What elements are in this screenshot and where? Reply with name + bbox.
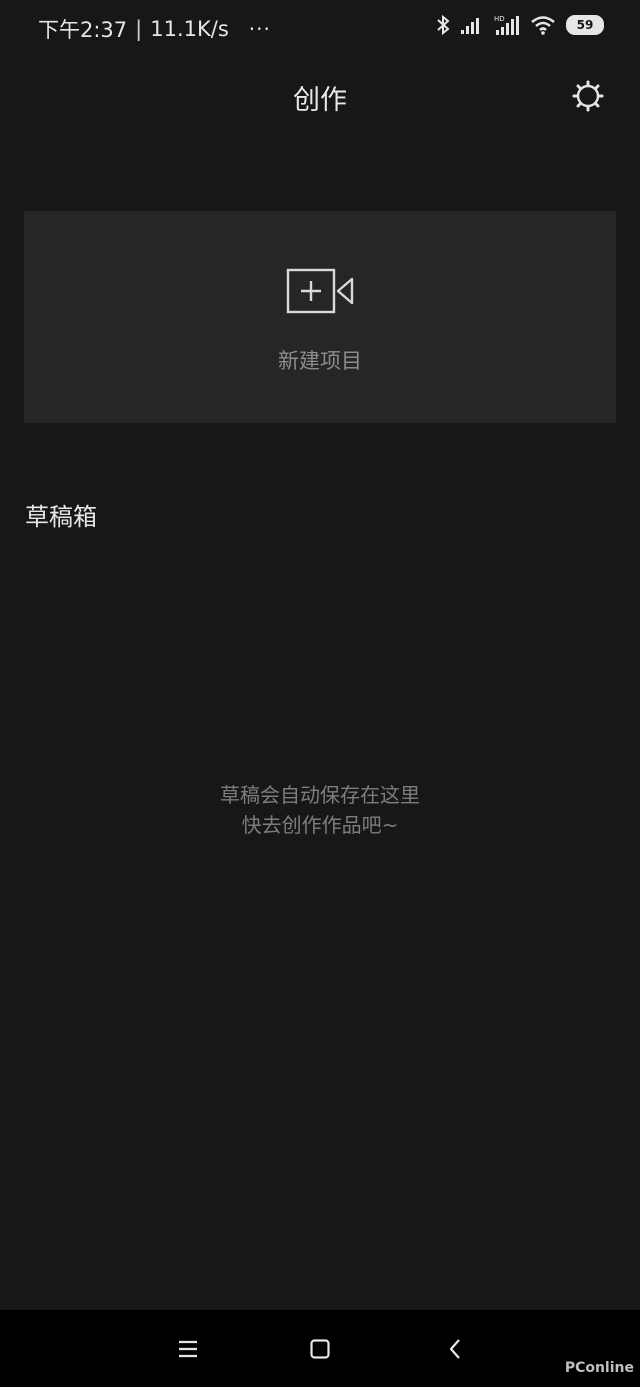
new-project-label: 新建项目 [278,349,362,373]
empty-state-line-2: 快去创作作品吧~ [241,813,399,837]
back-icon [449,1339,460,1359]
menu-button[interactable] [173,1334,203,1364]
status-more-icon: ··· [248,17,271,41]
settings-icon [572,80,604,112]
home-button[interactable] [305,1334,335,1364]
back-button[interactable] [440,1334,470,1364]
network-speed: 11.1K/s [150,17,229,41]
menu-icon [179,1340,197,1358]
home-icon [310,1339,330,1359]
wifi-icon [531,16,555,35]
settings-button[interactable] [570,78,606,114]
header: 创作 [0,56,640,136]
screen: 下午2:37 | 11.1K/s ··· HD 59 创作 新建项目 草稿箱 草… [0,0,640,1387]
video-add-icon [286,268,354,314]
status-time: 下午2:37 [38,18,128,42]
battery-level: 59 [576,18,594,32]
page-title: 创作 [293,85,347,116]
navigation-bar: PConline [0,1310,640,1387]
signal-icon [461,18,479,34]
bluetooth-icon [437,14,450,36]
drafts-empty-state: 草稿会自动保存在这里 快去创作作品吧~ [0,780,640,840]
battery-icon: 59 [566,15,604,35]
watermark: PConline [564,1360,634,1376]
empty-state-line-1: 草稿会自动保存在这里 [220,783,420,807]
svg-text:HD: HD [494,15,505,23]
status-bar: 下午2:37 | 11.1K/s ··· HD 59 [0,0,640,56]
status-left: 下午2:37 | 11.1K/s ··· [38,14,271,44]
new-project-button[interactable]: 新建项目 [24,211,616,423]
hd-signal-icon: HD [494,15,519,35]
drafts-title: 草稿箱 [25,503,97,531]
status-right: HD 59 [436,14,604,36]
status-separator: | [135,17,143,41]
